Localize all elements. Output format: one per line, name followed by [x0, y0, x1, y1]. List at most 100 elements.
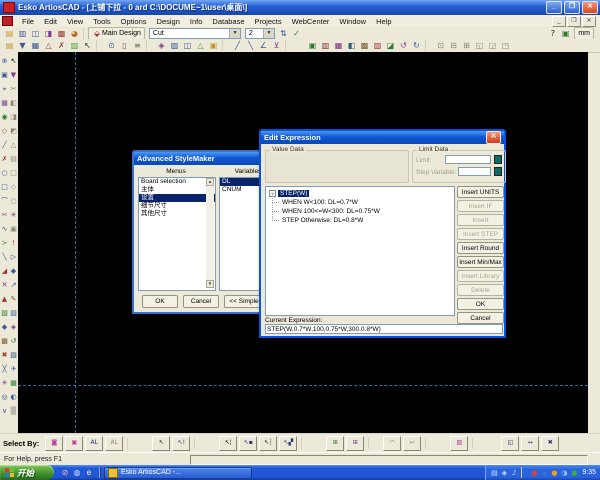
erase-icon[interactable]: ✗	[0, 152, 9, 166]
expression-tree[interactable]: − STEP(W) WHEN W<100: DL=0.7*WWHEN 100<=…	[265, 186, 455, 316]
view-corner2-icon[interactable]: ◲	[486, 40, 499, 51]
menu-item[interactable]: WebCenter	[287, 17, 335, 26]
gem-icon[interactable]: ◈	[9, 320, 18, 334]
view-corner3-icon[interactable]: ◳	[499, 40, 512, 51]
agent-tray-icon[interactable]: ●	[569, 469, 579, 477]
pointage-combobox[interactable]: 2 ▼	[245, 28, 275, 39]
ime-tray-icon[interactable]: ●	[549, 469, 559, 477]
restore-button[interactable]: ❐	[564, 1, 580, 14]
half-circle-icon[interactable]: ◐	[9, 390, 18, 404]
menu-item[interactable]: Projects	[250, 17, 287, 26]
hatch-icon[interactable]: ▨	[168, 40, 181, 51]
dropdown-arrow-icon[interactable]: ▼	[229, 29, 240, 38]
import-icon[interactable]: ▼	[16, 40, 29, 51]
zoom-icon[interactable]: ⊙	[105, 40, 118, 51]
line-icon[interactable]: ╱	[231, 40, 244, 51]
select-fill-icon[interactable]: ↖▞	[279, 436, 297, 451]
minimize-button[interactable]: _	[546, 1, 562, 14]
select-dashed-icon[interactable]: ↖┆	[259, 436, 277, 451]
ellipse-icon[interactable]: ○	[9, 194, 18, 208]
antivirus-tray-icon[interactable]: ●	[529, 469, 539, 477]
step-variable-field[interactable]	[458, 167, 491, 176]
rectangle-tool-icon[interactable]: □	[0, 180, 9, 194]
menu-item[interactable]: Edit	[39, 17, 62, 26]
layout-icon[interactable]: ◨	[42, 28, 55, 39]
printer-tray-icon[interactable]: ▤	[489, 469, 499, 477]
insert-minmax-button[interactable]: Insert Min/Max	[457, 256, 504, 268]
plot-icon[interactable]: ▩	[55, 28, 68, 39]
trim-icon[interactable]: ✂	[0, 208, 9, 222]
crosshatch-icon[interactable]: ▨	[9, 306, 18, 320]
child-minimize-button[interactable]: _	[552, 16, 566, 27]
scale-to-fit-icon[interactable]: ▦	[0, 96, 9, 110]
break-icon[interactable]: ✖	[0, 348, 9, 362]
line-tool-icon[interactable]: ╱	[0, 138, 9, 152]
layout2-icon[interactable]: ▥	[319, 40, 332, 51]
layers-icon[interactable]: ◇	[0, 124, 9, 138]
select-icon[interactable]: ↖	[81, 40, 94, 51]
send-icon[interactable]: ✈	[9, 362, 18, 376]
pattern-tool-icon[interactable]: ▩	[0, 334, 9, 348]
dimension-icon[interactable]: ◈	[155, 40, 168, 51]
save-icon[interactable]: ▥	[16, 28, 29, 39]
menu-item[interactable]: Info	[185, 17, 208, 26]
menu-item[interactable]: Window	[334, 17, 371, 26]
view-side-icon[interactable]: ⊟	[447, 40, 460, 51]
open-icon[interactable]: ▤	[3, 28, 16, 39]
select-query-icon[interactable]: ↖!	[172, 436, 190, 451]
menu-item[interactable]: File	[17, 17, 39, 26]
half-left-icon[interactable]: ◧	[9, 96, 18, 110]
fillet-icon[interactable]: ◢	[0, 264, 9, 278]
star-icon[interactable]: ✳	[9, 208, 18, 222]
stylemaker-cancel-button[interactable]: Cancel	[183, 295, 219, 308]
view-mode-icon[interactable]: ◉	[0, 110, 9, 124]
start-button[interactable]: 开始	[0, 465, 54, 480]
arrow-tool-icon[interactable]: ▲	[0, 292, 9, 306]
rotate-icon[interactable]: △	[42, 40, 55, 51]
flute-icon[interactable]: ◪	[384, 40, 397, 51]
menu-item[interactable]: Database	[207, 17, 249, 26]
menu-list-item[interactable]: 细节尺寸	[139, 202, 215, 210]
tree-branch-item[interactable]: STEP Otherwise: DL=0.8*W	[266, 216, 454, 225]
select-table-icon[interactable]: ⊞	[326, 436, 344, 451]
current-expression-field[interactable]	[265, 324, 503, 334]
rotate-ccw-icon[interactable]: ↺	[9, 334, 18, 348]
counter-icon[interactable]: ▣	[306, 40, 319, 51]
vee-tool-icon[interactable]: ∨	[0, 404, 9, 418]
ring-tool-icon[interactable]: ◎	[0, 390, 9, 404]
rows-icon[interactable]: ▤	[9, 152, 18, 166]
rhombus-icon[interactable]: ◇	[9, 180, 18, 194]
line2-icon[interactable]: ╲	[244, 40, 257, 51]
triangle-icon[interactable]: △	[9, 138, 18, 152]
line-type-combobox[interactable]: Cut ▼	[149, 28, 241, 39]
fill-icon[interactable]: ▧	[68, 40, 81, 51]
perforation-icon[interactable]: ⊻	[270, 40, 283, 51]
edit-expression-titlebar[interactable]: Edit Expression ✕	[261, 131, 504, 144]
close-button[interactable]: ✕	[582, 1, 598, 14]
stylemaker-simple-button[interactable]: << Simple	[224, 295, 264, 308]
select-table-alt-icon[interactable]: ⊞	[346, 436, 364, 451]
zoom-window-icon[interactable]: ▣	[0, 68, 9, 82]
nest-icon[interactable]: ◧	[345, 40, 358, 51]
workspace-icon[interactable]: ▣	[559, 28, 572, 39]
texture-icon[interactable]: ▒	[9, 404, 18, 418]
cut-icon[interactable]: ✂	[9, 82, 18, 96]
menu-item[interactable]: Options	[116, 17, 152, 26]
sheet-icon[interactable]: ▦	[332, 40, 345, 51]
media-player-icon[interactable]: ◍	[71, 468, 83, 477]
volume-tray-icon[interactable]: ♪	[509, 469, 519, 477]
panel-icon[interactable]: ◫	[181, 40, 194, 51]
tree-branch-item[interactable]: WHEN W<100: DL=0.7*W	[266, 198, 454, 207]
redo-icon[interactable]: ↻	[410, 40, 423, 51]
curve-tool-icon[interactable]: ∿	[0, 222, 9, 236]
insert-round-button[interactable]: Insert Round	[457, 242, 504, 254]
mirror-line-icon[interactable]: ╲	[0, 250, 9, 264]
matrix-icon[interactable]: ▩	[358, 40, 371, 51]
chamfer-icon[interactable]: ≻	[0, 236, 9, 250]
menu-list-item[interactable]: 主体	[139, 186, 215, 194]
select-by-all-icon[interactable]: AL	[85, 436, 103, 451]
shade-icon[interactable]: ▧	[9, 348, 18, 362]
delete-icon[interactable]: ✗	[55, 40, 68, 51]
insert-units-branch-button[interactable]: Insert UNITS Branch	[457, 186, 504, 198]
burst-tool-icon[interactable]: ✳	[0, 376, 9, 390]
